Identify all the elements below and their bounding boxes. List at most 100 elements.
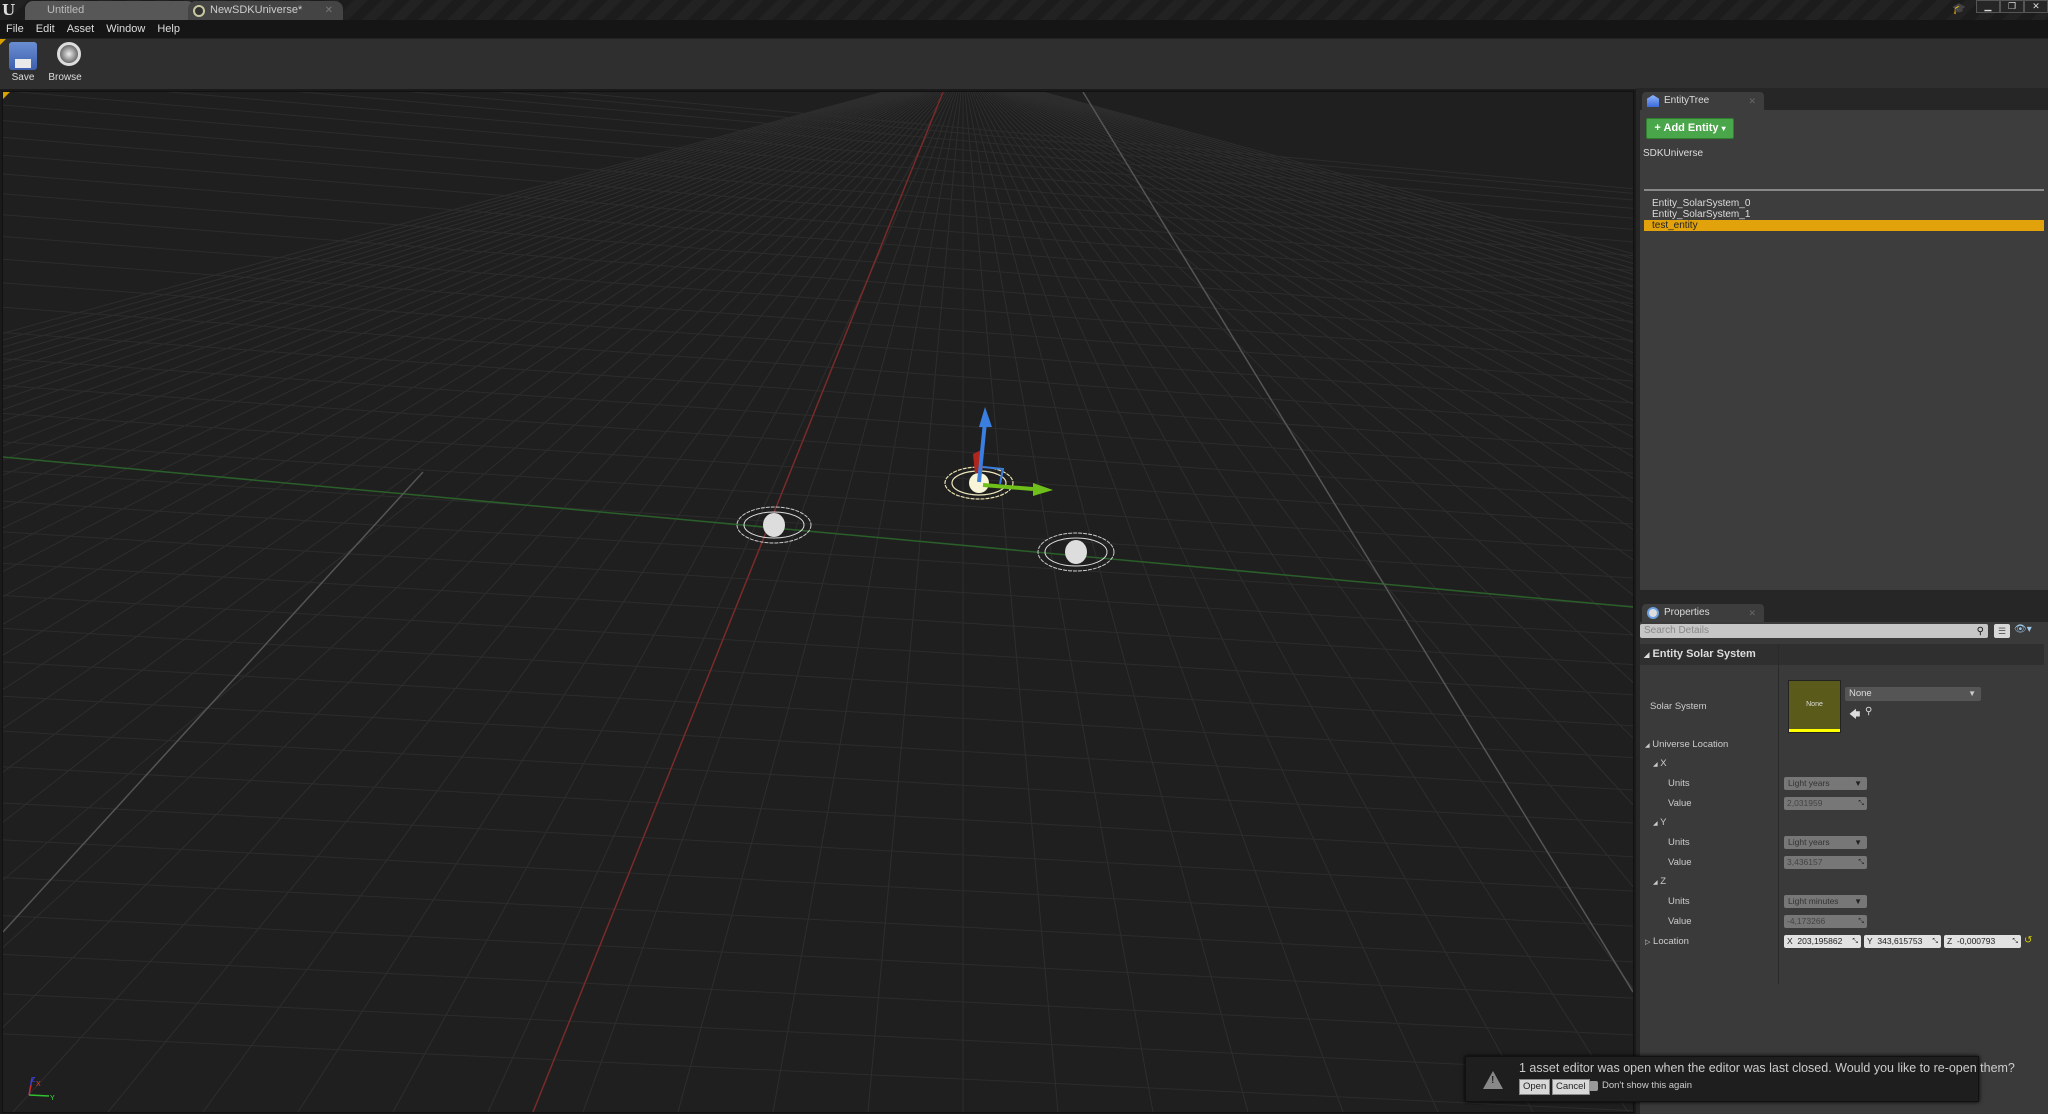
reset-to-default-icon[interactable]: ↺ <box>2024 935 2032 946</box>
y-value-input[interactable]: 3,436157 ⤡ <box>1784 856 1867 869</box>
search-details-input[interactable]: Search Details ⚲ <box>1640 624 1988 638</box>
restore-button[interactable]: ❐ <box>2000 0 2024 13</box>
browse-magnifier-icon <box>51 42 81 70</box>
spin-arrows-icon[interactable]: ⤡ <box>1858 915 1864 928</box>
grid-line <box>3 236 1633 361</box>
help-graduation-cap-icon[interactable]: 🎓 <box>1952 2 1966 15</box>
z-group-header[interactable]: ◢ Z <box>1653 876 1666 887</box>
grid-line <box>3 766 1633 858</box>
y-value: 343,615753 <box>1877 936 1923 946</box>
grid-line <box>3 470 1633 579</box>
grid-line <box>3 412 1633 525</box>
browse-search-icon[interactable]: ⚲ <box>1865 706 1872 717</box>
solar-system-asset-dropdown[interactable]: None ▼ <box>1845 687 1981 701</box>
tree-item-entity-solarsystem-1[interactable]: Entity_SolarSystem_1 <box>1644 209 2044 220</box>
gizmo-y-arrow[interactable] <box>1033 483 1053 496</box>
browse-button[interactable]: Browse <box>45 42 85 83</box>
location-header[interactable]: ▷ Location <box>1645 936 1689 947</box>
grid-line <box>3 92 942 1028</box>
close-tab-icon[interactable]: ✕ <box>1748 604 1756 622</box>
menu-file[interactable]: File <box>0 20 30 38</box>
collapse-triangle-icon: ◢ <box>1653 821 1658 827</box>
visibility-eye-icon[interactable]: 👁▾ <box>2014 624 2032 635</box>
save-floppy-icon <box>9 42 37 70</box>
location-z-input[interactable]: Z -0,000793 ⤡ <box>1944 935 2021 948</box>
chevron-down-icon: ▼ <box>1854 838 1862 847</box>
grid-line <box>3 915 1633 999</box>
z-units-dropdown[interactable]: Light minutes ▼ <box>1784 895 1867 908</box>
menu-asset[interactable]: Asset <box>61 20 101 38</box>
grid-line <box>3 595 1633 696</box>
y-group-header[interactable]: ◢ Y <box>1653 817 1666 828</box>
viewport-corner-marker <box>3 92 10 99</box>
grid-line <box>970 92 1344 1112</box>
value-text: 2,031959 <box>1787 798 1823 808</box>
z-label: Z <box>1947 936 1953 946</box>
tab-entity-tree[interactable]: EntityTree ✕ <box>1642 92 1764 110</box>
section-entity-solar-system[interactable]: ◢ Entity Solar System <box>1640 644 2044 665</box>
grid-line <box>976 92 1629 1112</box>
tree-item-test-entity[interactable]: test_entity <box>1644 220 2044 231</box>
tab-label: EntityTree <box>1664 95 1710 106</box>
tree-divider <box>1644 189 2044 191</box>
tab-new-sdk-universe[interactable]: NewSDKUniverse* ✕ <box>188 1 343 20</box>
collapse-triangle-icon: ◢ <box>1645 743 1650 749</box>
tab-untitled[interactable]: Untitled <box>25 1 195 20</box>
z-value-input[interactable]: -4,173266 ⤡ <box>1784 915 1867 928</box>
tab-label: Properties <box>1664 607 1710 618</box>
cancel-button[interactable]: Cancel <box>1552 1079 1590 1095</box>
close-tab-icon[interactable]: ✕ <box>1748 92 1756 110</box>
spin-arrows-icon[interactable]: ⤡ <box>2012 935 2018 948</box>
tree-item-entity-solarsystem-0[interactable]: Entity_SolarSystem_0 <box>1644 198 2044 209</box>
x-group-header[interactable]: ◢ X <box>1653 758 1667 769</box>
menu-edit[interactable]: Edit <box>30 20 61 38</box>
section-title: Entity Solar System <box>1652 648 1756 660</box>
grid-line <box>3 531 1633 636</box>
grid-line <box>3 92 922 573</box>
spin-arrows-icon[interactable]: ⤡ <box>1932 935 1938 948</box>
grid-line <box>3 120 1633 257</box>
grid-line <box>1040 92 1633 260</box>
y-units-dropdown[interactable]: Light years ▼ <box>1784 836 1867 849</box>
spin-arrows-icon[interactable]: ⤡ <box>1858 856 1864 869</box>
solar-system-marker-1[interactable] <box>1037 532 1115 572</box>
x-value: 203,195862 <box>1797 936 1843 946</box>
close-tab-icon[interactable]: ✕ <box>325 1 333 20</box>
solar-system-thumbnail[interactable]: None <box>1788 680 1841 733</box>
chevron-down-icon: ▼ <box>1968 689 1976 698</box>
gizmo-y-axis[interactable] <box>982 483 1034 491</box>
3d-viewport[interactable]: Z X Y <box>2 91 1634 1113</box>
tab-properties[interactable]: Properties ✕ <box>1642 604 1764 622</box>
dont-show-again-checkbox[interactable] <box>1589 1081 1598 1091</box>
grid-line <box>3 1033 1633 1112</box>
close-window-button[interactable]: ✕ <box>2024 0 2048 13</box>
grid-line <box>3 92 896 381</box>
z-value: -0,000793 <box>1956 936 1996 946</box>
grid-line <box>3 441 1633 552</box>
grid-line <box>487 92 954 1112</box>
spin-arrows-icon[interactable]: ⤡ <box>1858 797 1864 810</box>
chevron-down-icon: ▼ <box>1854 897 1862 906</box>
universe-location-header[interactable]: ◢ Universe Location <box>1645 739 1728 750</box>
collapse-triangle-icon: ◢ <box>1653 762 1658 768</box>
use-selected-arrow-icon[interactable]: 🡄 <box>1849 706 1860 725</box>
save-button[interactable]: Save <box>3 42 43 83</box>
gizmo-z-arrow[interactable] <box>979 407 992 427</box>
dont-show-again-label: Don't show this again <box>1602 1080 1693 1091</box>
menu-help[interactable]: Help <box>151 20 186 38</box>
menu-window[interactable]: Window <box>100 20 151 38</box>
open-button[interactable]: Open <box>1519 1079 1551 1095</box>
view-options-list-icon[interactable]: ☰ <box>1994 624 2010 638</box>
column-divider[interactable] <box>1778 644 1779 984</box>
grid-line <box>980 92 1633 888</box>
entity-tree-icon <box>1647 95 1659 107</box>
tree-item-label: Entity_SolarSystem_1 <box>1652 209 1751 220</box>
x-units-dropdown[interactable]: Light years ▼ <box>1784 777 1867 790</box>
x-value-input[interactable]: 2,031959 ⤡ <box>1784 797 1867 810</box>
minimize-button[interactable]: ▁ <box>1976 0 2000 13</box>
spin-arrows-icon[interactable]: ⤡ <box>1852 935 1858 948</box>
grid-line <box>3 92 884 334</box>
location-x-input[interactable]: X 203,195862 ⤡ <box>1784 935 1861 948</box>
location-y-input[interactable]: Y 343,615753 ⤡ <box>1864 935 1941 948</box>
add-entity-button[interactable]: + Add Entity ▾ <box>1646 118 1734 139</box>
